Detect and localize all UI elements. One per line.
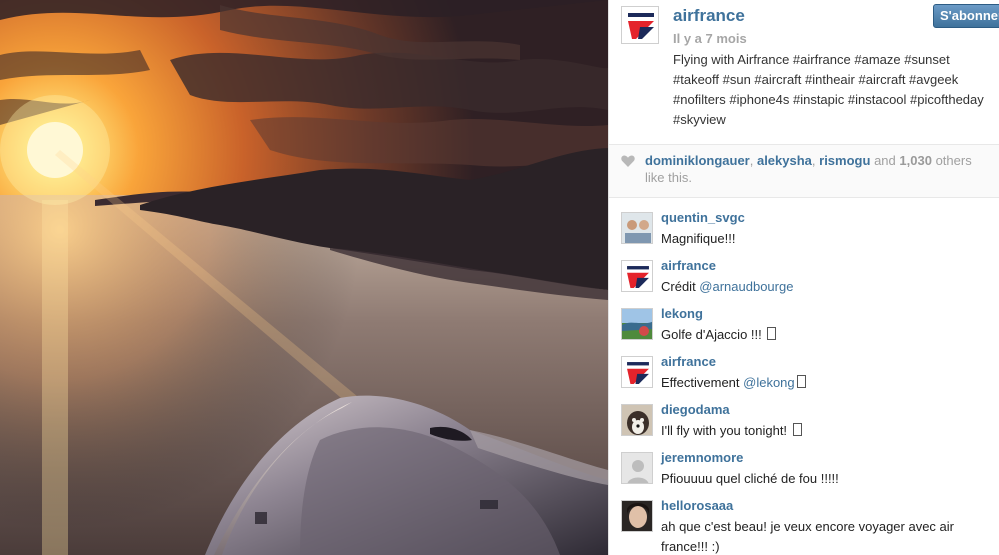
comment-body: I'll fly with you tonight! xyxy=(661,423,791,438)
comment-username[interactable]: lekong xyxy=(661,306,703,321)
comment-item: jeremnomore Pfiouuuu quel cliché de fou … xyxy=(621,450,996,490)
comment-text: Golfe d'Ajaccio !!! xyxy=(661,325,996,345)
comment-text: ah que c'est beau! je veux encore voyage… xyxy=(661,517,996,555)
liker-link[interactable]: alekysha xyxy=(757,153,812,168)
comment-username[interactable]: diegodama xyxy=(661,402,730,417)
likes-and: and xyxy=(874,153,896,168)
comment-body: ah que c'est beau! je veux encore voyage… xyxy=(661,519,954,554)
dog-avatar-icon xyxy=(622,405,652,435)
comment-username[interactable]: jeremnomore xyxy=(661,450,743,465)
mention-link[interactable]: @arnaudbourge xyxy=(699,279,793,294)
commenter-avatar[interactable] xyxy=(621,212,653,244)
commenter-avatar[interactable] xyxy=(621,500,653,532)
comment-username[interactable]: airfrance xyxy=(661,258,716,273)
liker-link[interactable]: rismogu xyxy=(819,153,870,168)
likes-summary: dominiklongauer, alekysha, rismogu and 1… xyxy=(645,152,993,186)
follow-button[interactable]: S'abonner xyxy=(933,4,999,28)
comment-text: Pfiouuuu quel cliché de fou !!!!! xyxy=(661,469,996,489)
mention-link[interactable]: @lekong xyxy=(743,375,795,390)
post-photo xyxy=(0,0,608,555)
default-avatar-icon xyxy=(622,453,652,483)
divider xyxy=(609,197,999,198)
commenter-avatar[interactable] xyxy=(621,260,653,292)
comment-item: quentin_svgc Magnifique!!! xyxy=(621,210,996,250)
owner-username[interactable]: airfrance xyxy=(673,6,745,26)
emoji-glyph xyxy=(767,327,777,340)
comment-body: Effectivement xyxy=(661,375,744,390)
commenter-avatar[interactable] xyxy=(621,404,653,436)
comment-item: lekong Golfe d'Ajaccio !!! xyxy=(621,306,996,346)
commenter-avatar[interactable] xyxy=(621,308,653,340)
comment-username[interactable]: quentin_svgc xyxy=(661,210,745,225)
comment-username[interactable]: hellorosaaa xyxy=(661,498,733,513)
comment-item: airfrance Effectivement @lekong xyxy=(621,354,996,394)
comment-text: I'll fly with you tonight! xyxy=(661,421,996,441)
person-avatar-icon xyxy=(622,501,652,531)
emoji-glyph xyxy=(792,423,802,436)
post-caption: Flying with Airfrance #airfrance #amaze … xyxy=(673,52,984,127)
comment-item: airfrance Crédit @arnaudbourge xyxy=(621,258,996,298)
comment-item: hellorosaaa ah que c'est beau! je veux e… xyxy=(621,498,996,554)
comment-body: Magnifique!!! xyxy=(661,231,736,246)
comment-text: Effectivement @lekong xyxy=(661,373,996,393)
comment-body: Crédit xyxy=(661,279,700,294)
heart-icon[interactable] xyxy=(621,155,635,167)
comment-username[interactable]: airfrance xyxy=(661,354,716,369)
post-timestamp: Il y a 7 mois xyxy=(673,31,747,46)
commenter-avatar[interactable] xyxy=(621,356,653,388)
comment-body: Pfiouuuu quel cliché de fou !!!!! xyxy=(661,471,839,486)
sunset-wing-image xyxy=(0,0,608,555)
comment-text: Magnifique!!! xyxy=(661,229,996,249)
airfrance-logo-avatar[interactable] xyxy=(621,6,659,44)
liker-link[interactable]: dominiklongauer xyxy=(645,153,750,168)
person-avatar-icon xyxy=(622,213,652,243)
separator: , xyxy=(749,153,757,168)
post-details-panel: airfrance Il y a 7 mois S'abonner Flying… xyxy=(608,0,999,555)
commenter-avatar[interactable] xyxy=(621,452,653,484)
landscape-avatar-icon xyxy=(622,309,652,339)
comment-item: diegodama I'll fly with you tonight! xyxy=(621,402,996,442)
airfrance-logo-icon xyxy=(622,7,658,43)
likes-count[interactable]: 1,030 xyxy=(899,153,932,168)
airfrance-logo-icon xyxy=(622,261,652,291)
comment-body: Golfe d'Ajaccio !!! xyxy=(661,327,766,342)
emoji-glyph xyxy=(796,375,806,388)
airfrance-logo-icon xyxy=(622,357,652,387)
comment-text: Crédit @arnaudbourge xyxy=(661,277,996,297)
